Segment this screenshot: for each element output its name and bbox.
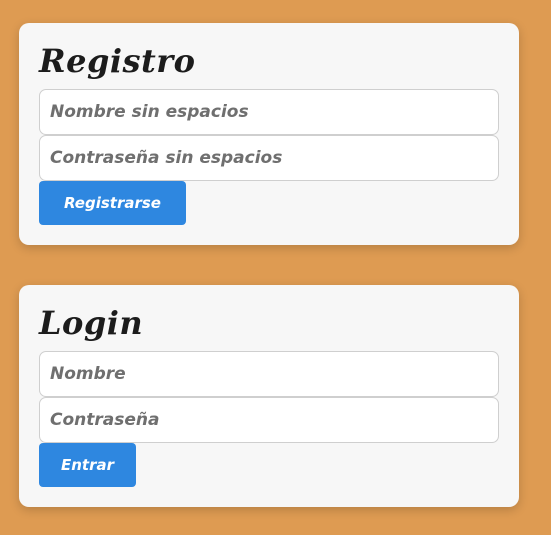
- registration-title: Registro: [39, 42, 196, 80]
- login-username-input[interactable]: [39, 351, 499, 397]
- login-password-input[interactable]: [39, 397, 499, 443]
- login-card: Login Entrar: [19, 285, 519, 507]
- registration-card: Registro Registrarse: [19, 23, 519, 245]
- registration-username-input[interactable]: [39, 89, 499, 135]
- login-title: Login: [39, 304, 144, 342]
- registration-password-input[interactable]: [39, 135, 499, 181]
- register-button[interactable]: Registrarse: [39, 181, 186, 225]
- login-button[interactable]: Entrar: [39, 443, 136, 487]
